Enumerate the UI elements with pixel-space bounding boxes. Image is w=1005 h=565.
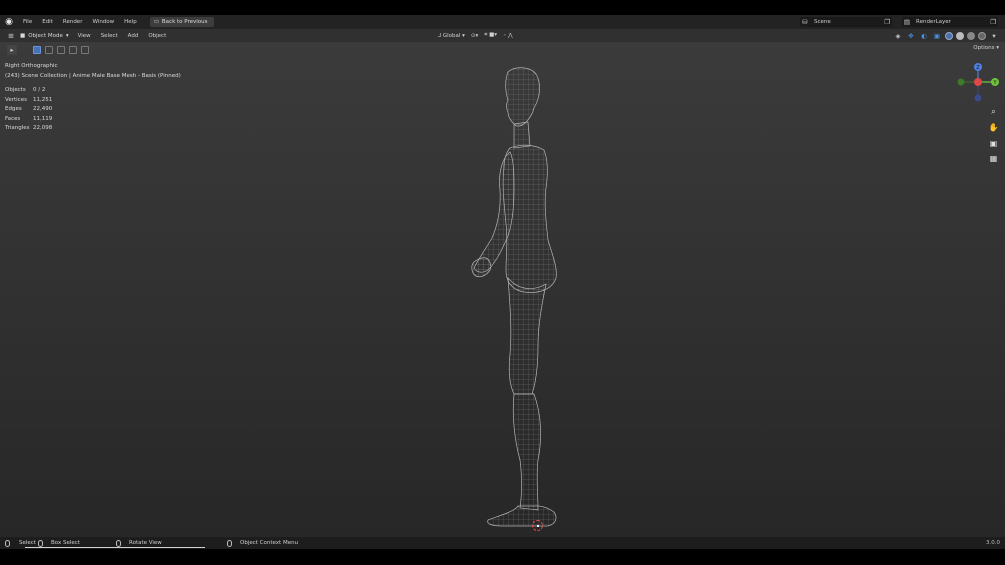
overlay-toggle-icon[interactable]: ◐ [919,31,929,41]
stat-value: 11,119 [33,115,53,122]
options-dropdown[interactable]: Options ▾ [973,45,999,51]
copy-scene-icon[interactable]: ❐ [882,17,892,27]
options-label: Options [973,45,995,51]
back-to-previous-button[interactable]: ▭ Back to Previous [149,17,214,27]
pan-hand-icon[interactable]: ✋ [988,122,999,133]
select-subtract-icon[interactable] [57,45,65,54]
select-extend-icon[interactable] [45,45,53,54]
camera-icon[interactable]: ▣ [988,138,999,149]
proportional-edit-icon[interactable]: ◦ ⋀ [503,33,513,39]
stat-row: Objects 0 / 2 [5,86,52,96]
tool-icon[interactable]: ▸ [7,44,17,55]
viewport-header: ⊞ ■ Object Mode ▾ View Select Add Object… [0,29,1005,42]
wireframe-human-mesh[interactable] [468,64,574,532]
3d-cursor[interactable] [532,520,543,531]
shading-options-chevron-icon[interactable]: ▾ [989,31,999,41]
status-select-label: Select [19,540,36,546]
menu-edit[interactable]: Edit [37,15,58,29]
viewport-info: Right Orthographic (243) Scene Collectio… [5,62,181,81]
menu-select[interactable]: Select [96,33,123,39]
stat-value: 22,490 [33,106,53,112]
axes-icon: ⅃ [438,32,442,39]
transform-orientation-label: Global [442,32,461,39]
right-mouse-icon [227,539,232,547]
object-mode-dropdown[interactable]: ■ Object Mode ▾ [16,31,73,41]
solid-shading-icon[interactable] [956,31,964,40]
stat-key: Objects [5,87,26,93]
transform-orientation[interactable]: ⅃ Global ▾ [438,33,465,39]
navigation-gizmo[interactable]: Z Y [955,62,1001,104]
stat-value: 22,098 [33,125,53,131]
scene-icon: ⛁ [802,18,808,26]
menu-view[interactable]: View [73,33,96,39]
top-menu-bar: ◉ File Edit Render Window Help ▭ Back to… [0,15,1005,29]
render-layer-name: RenderLayer [916,19,951,25]
scene-statistics: Objects 0 / 2 Vertices 11,251 Edges 22,490 … [5,86,52,134]
select-invert-icon[interactable] [69,45,77,54]
left-mouse-icon [5,539,10,547]
render-layer-selector[interactable]: ▤ RenderLayer ❐ [902,17,998,27]
select-new-icon[interactable] [33,45,41,54]
stat-row: Edges 22,490 [5,105,52,115]
editor-type-icon[interactable]: ⊞ [6,31,16,41]
screen-icon: ▭ [153,19,159,25]
view-name: Right Orthographic [5,63,58,69]
gizmo-toggle-icon[interactable]: ✥ [906,31,916,41]
transform-tools: ⅃ Global ▾ ⊙▾ ⌗ ■▾ ◦ ⋀ [438,29,513,42]
stat-row: Faces 11,119 [5,115,52,125]
render-layer-icon: ▤ [903,18,911,26]
menu-window[interactable]: Window [87,15,119,29]
stat-key: Triangles [5,125,30,131]
rendered-shading-icon[interactable] [978,31,986,40]
scene-selector[interactable]: ⛁ Scene ❐ [800,17,892,27]
material-shading-icon[interactable] [967,31,975,40]
stat-row: Vertices 11,251 [5,96,52,106]
visibility-icon[interactable]: ◈ [893,31,903,41]
back-to-previous-label: Back to Previous [161,19,208,25]
menu-help[interactable]: Help [119,15,142,29]
neg-z-axis-handle[interactable] [974,94,982,102]
stat-value: 11,251 [33,96,53,103]
status-box-select-label: Box Select [51,540,80,546]
blender-version: 3.0.0 [986,540,1000,546]
status-context-menu-label: Object Context Menu [240,540,299,546]
stat-key: Faces [5,115,21,122]
object-mode-icon: ■ [20,32,26,39]
z-axis-label: Z [976,65,980,71]
zoom-icon[interactable]: ⌕ [988,106,999,117]
drag-mouse-icon [38,539,43,547]
menu-render[interactable]: Render [58,15,88,29]
xray-toggle-icon[interactable]: ▣ [932,31,942,41]
menu-add[interactable]: Add [123,33,144,39]
collection-info: (243) Scene Collection | Anime Male Base… [5,72,181,79]
snap-icon[interactable]: ⌗ ■▾ [484,32,497,39]
stat-key: Edges [5,106,22,112]
chevron-down-icon: ▾ [65,32,69,39]
stat-value: 0 / 2 [33,87,46,93]
neg-y-axis-handle[interactable] [957,78,965,86]
letterbox-bottom [0,549,1005,565]
object-mode-label: Object Mode [28,32,63,39]
x-axis-handle[interactable] [974,78,982,86]
wireframe-shading-icon[interactable] [945,31,953,40]
menu-file[interactable]: File [18,15,37,29]
copy-layer-icon[interactable]: ❐ [988,17,998,27]
status-context-menu: Object Context Menu [227,537,298,549]
status-underline [25,547,205,548]
menu-object[interactable]: Object [143,33,171,39]
grid-icon[interactable]: ▦ [988,153,999,164]
viewport-shading-tools: ◈ ✥ ◐ ▣ ▾ [893,29,999,42]
stat-row: Triangles 22,098 [5,124,52,134]
pivot-point-icon[interactable]: ⊙▾ [471,33,478,39]
middle-mouse-icon [116,539,121,547]
scene-name: Scene [814,19,831,25]
blender-logo-icon[interactable]: ◉ [0,15,18,29]
select-intersect-icon[interactable] [81,45,89,54]
tool-settings-bar: ▸ [0,42,1005,57]
status-rotate-view-label: Rotate View [129,540,162,546]
stat-key: Vertices [5,96,27,103]
status-bar: Select Box Select Rotate View Object Con… [0,537,1005,549]
